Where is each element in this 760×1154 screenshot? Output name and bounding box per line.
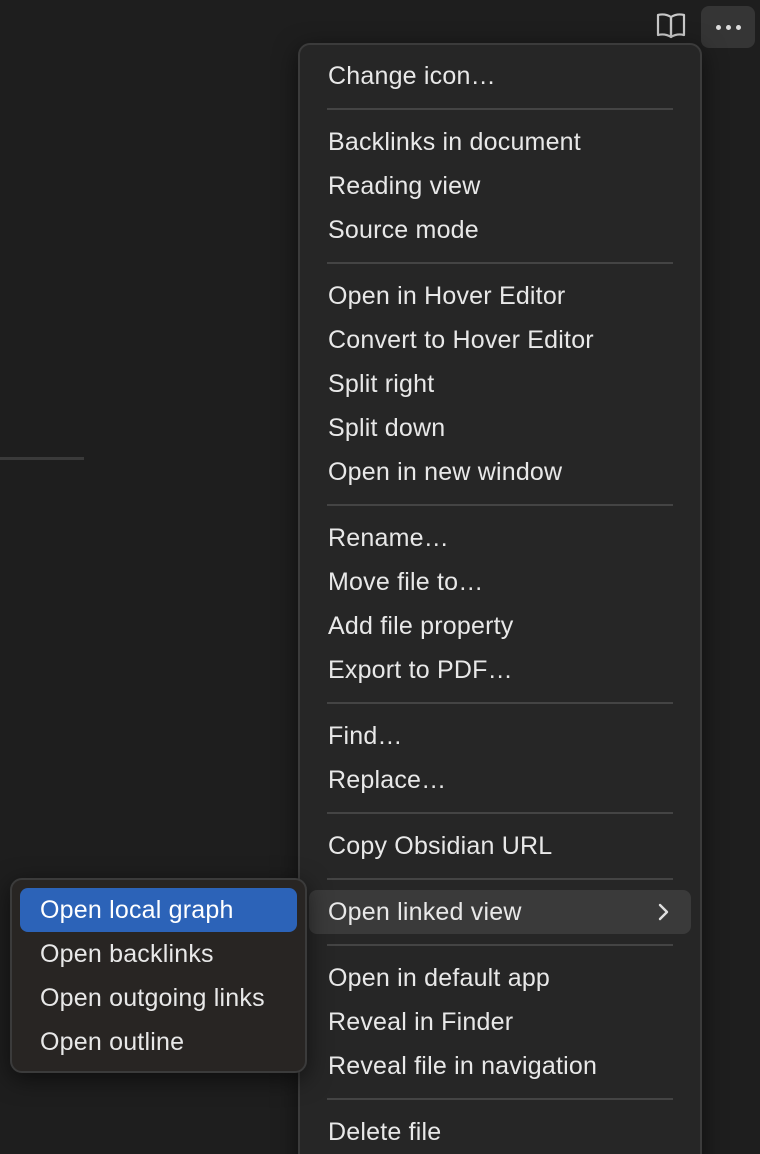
submenu-item-open-outgoing-links[interactable]: Open outgoing links (20, 976, 297, 1020)
menu-item-label: Convert to Hover Editor (328, 325, 594, 354)
menu-item-find[interactable]: Find… (309, 714, 691, 758)
menu-item-label: Split right (328, 369, 435, 398)
menu-separator (327, 108, 673, 110)
menu-item-label: Open local graph (40, 895, 234, 924)
book-open-icon (656, 13, 686, 39)
menu-separator (327, 262, 673, 264)
menu-item-convert-to-hover-editor[interactable]: Convert to Hover Editor (309, 318, 691, 362)
menu-item-label: Open in default app (328, 963, 551, 992)
menu-item-reveal-in-finder[interactable]: Reveal in Finder (309, 1000, 691, 1044)
menu-item-label: Backlinks in document (328, 127, 581, 156)
menu-item-label: Export to PDF… (328, 655, 513, 684)
menu-item-add-file-property[interactable]: Add file property (309, 604, 691, 648)
menu-item-label: Split down (328, 413, 446, 442)
menu-item-label: Find… (328, 721, 403, 750)
linked-view-submenu: Open local graph Open backlinks Open out… (10, 878, 307, 1073)
chevron-right-icon (658, 903, 669, 921)
menu-item-label: Source mode (328, 215, 479, 244)
menu-item-label: Open in Hover Editor (328, 281, 566, 310)
menu-item-replace[interactable]: Replace… (309, 758, 691, 802)
menu-separator (327, 944, 673, 946)
submenu-item-open-backlinks[interactable]: Open backlinks (20, 932, 297, 976)
menu-item-reading-view[interactable]: Reading view (309, 164, 691, 208)
menu-item-backlinks-in-document[interactable]: Backlinks in document (309, 120, 691, 164)
menu-item-label: Rename… (328, 523, 449, 552)
submenu-item-open-local-graph[interactable]: Open local graph (20, 888, 297, 932)
menu-item-label: Copy Obsidian URL (328, 831, 553, 860)
menu-item-label: Reading view (328, 171, 481, 200)
menu-item-label: Open outgoing links (40, 983, 265, 1012)
menu-separator (327, 878, 673, 880)
submenu-item-open-outline[interactable]: Open outline (20, 1020, 297, 1064)
pane-divider (0, 457, 84, 460)
menu-item-label: Change icon… (328, 61, 496, 90)
menu-item-label: Open in new window (328, 457, 563, 486)
menu-item-copy-obsidian-url[interactable]: Copy Obsidian URL (309, 824, 691, 868)
app-window: Change icon… Backlinks in document Readi… (0, 0, 760, 1154)
menu-item-export-to-pdf[interactable]: Export to PDF… (309, 648, 691, 692)
menu-item-label: Open outline (40, 1027, 185, 1056)
menu-separator (327, 812, 673, 814)
menu-item-rename[interactable]: Rename… (309, 516, 691, 560)
menu-item-change-icon[interactable]: Change icon… (309, 54, 691, 98)
menu-item-open-in-default-app[interactable]: Open in default app (309, 956, 691, 1000)
menu-item-reveal-file-in-navigation[interactable]: Reveal file in navigation (309, 1044, 691, 1088)
menu-item-label: Reveal in Finder (328, 1007, 514, 1036)
menu-item-open-linked-view[interactable]: Open linked view (309, 890, 691, 934)
menu-item-split-down[interactable]: Split down (309, 406, 691, 450)
more-options-button[interactable] (701, 6, 755, 48)
menu-item-delete-file[interactable]: Delete file (309, 1110, 691, 1154)
menu-item-label: Replace… (328, 765, 447, 794)
more-horizontal-icon (715, 24, 741, 30)
menu-item-label: Reveal file in navigation (328, 1051, 598, 1080)
menu-item-label: Add file property (328, 611, 514, 640)
menu-item-label: Move file to… (328, 567, 484, 596)
menu-item-label: Open linked view (328, 897, 522, 926)
menu-separator (327, 702, 673, 704)
menu-item-open-in-new-window[interactable]: Open in new window (309, 450, 691, 494)
menu-item-open-in-hover-editor[interactable]: Open in Hover Editor (309, 274, 691, 318)
menu-item-label: Open backlinks (40, 939, 214, 968)
menu-item-label: Delete file (328, 1117, 442, 1146)
context-menu: Change icon… Backlinks in document Readi… (298, 43, 702, 1154)
menu-item-source-mode[interactable]: Source mode (309, 208, 691, 252)
menu-separator (327, 1098, 673, 1100)
menu-item-split-right[interactable]: Split right (309, 362, 691, 406)
menu-separator (327, 504, 673, 506)
reading-view-button[interactable] (648, 6, 694, 46)
menu-item-move-file-to[interactable]: Move file to… (309, 560, 691, 604)
